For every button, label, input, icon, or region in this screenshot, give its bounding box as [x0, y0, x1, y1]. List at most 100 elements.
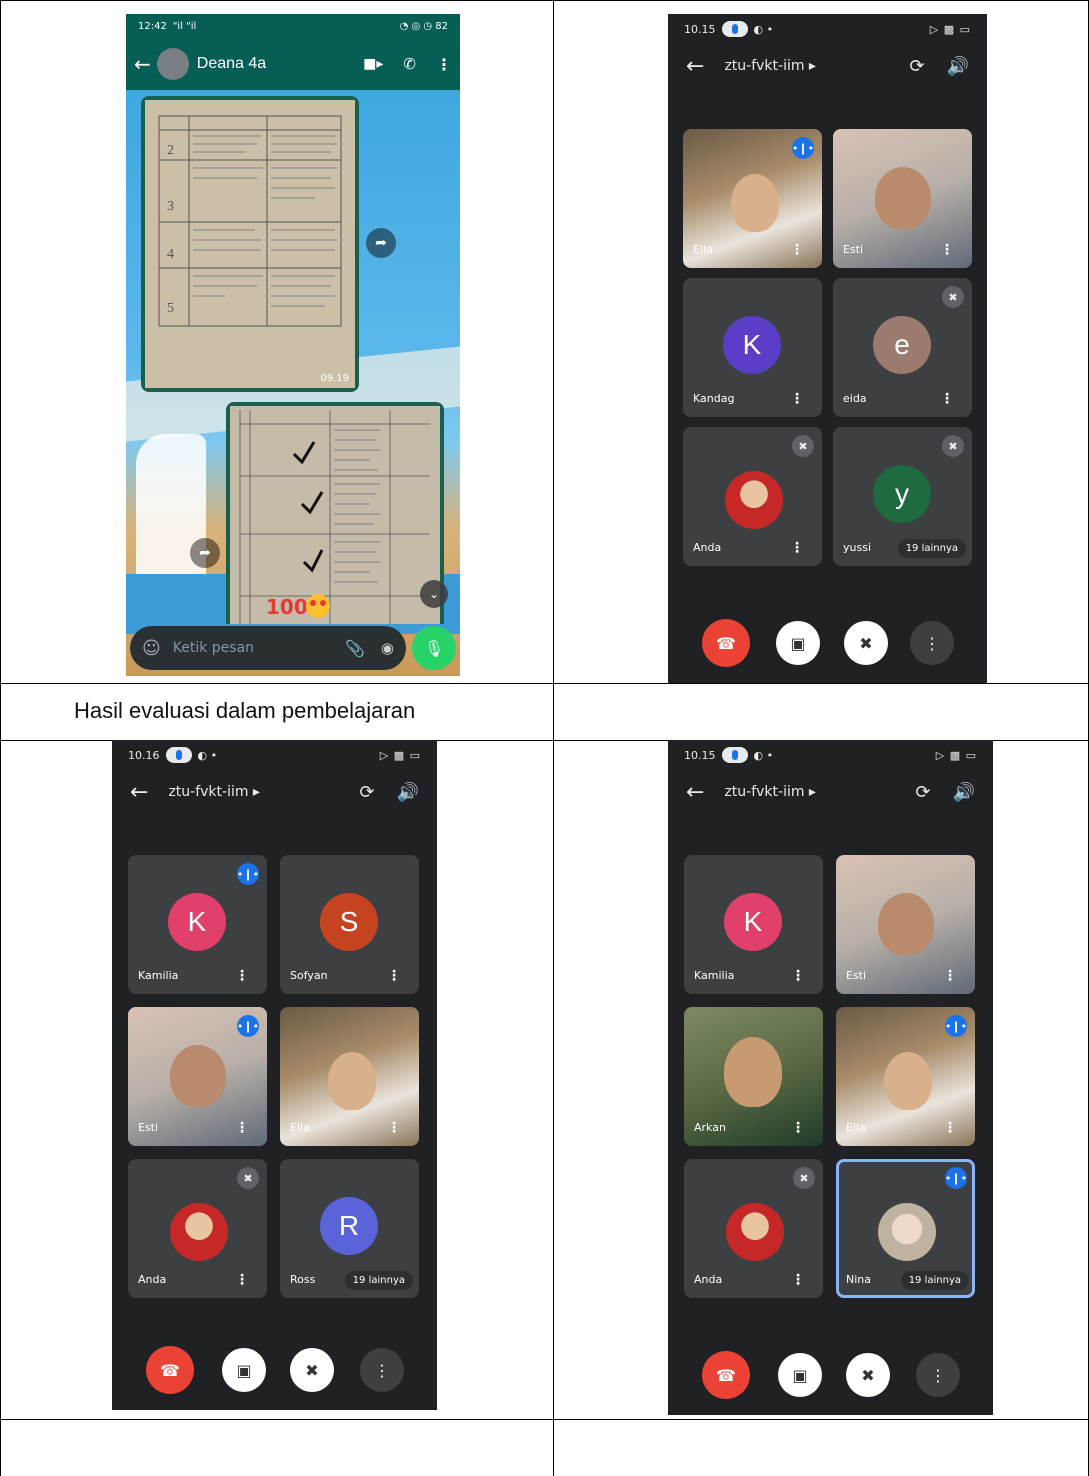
participant-tile[interactable]: •❙• Nina 19 lainnya: [836, 1159, 975, 1298]
participant-tile[interactable]: ✖ Anda ⋮: [683, 427, 822, 566]
status-bar: 10.15 ◐ • ▷ ▩ ▭: [668, 740, 993, 770]
meeting-code[interactable]: ztu-fvkt-iim ▸: [168, 784, 337, 800]
signal-battery-icons: ▷ ▩ ▭: [929, 22, 971, 36]
tile-menu-icon[interactable]: ⋮: [791, 1272, 805, 1288]
more-options-button[interactable]: ⋮: [360, 1348, 404, 1392]
meet-top-bar: ← ztu-fvkt-iim ▸ ⟳ 🔊: [112, 770, 437, 814]
camera-icon[interactable]: ◉: [381, 639, 394, 657]
meet-screenshot-bottom-right: 10.15 ◐ • ▷ ▩ ▭ ← ztu-fvkt-iim ▸ ⟳ 🔊 K Kamilia ⋮ E…: [668, 740, 993, 1415]
more-participants-button[interactable]: 19 lainnya: [900, 1271, 969, 1290]
mic-button[interactable]: 🎙: [412, 626, 456, 670]
participant-tile[interactable]: K Kandag ⋮: [683, 278, 822, 417]
meeting-code[interactable]: ztu-fvkt-iim ▸: [724, 784, 893, 800]
tile-menu-icon[interactable]: ⋮: [940, 391, 954, 407]
participant-tile[interactable]: S Sofyan ⋮: [280, 855, 419, 994]
end-call-button[interactable]: ☎: [146, 1346, 194, 1394]
back-arrow-icon[interactable]: ←: [130, 780, 148, 805]
message-input-bar[interactable]: ☺ Ketik pesan 📎 ◉: [130, 626, 406, 670]
participant-tile[interactable]: R Ross 19 lainnya: [280, 1159, 419, 1298]
contact-name[interactable]: Deana 4a: [197, 55, 266, 73]
tile-menu-icon[interactable]: ⋮: [940, 242, 954, 258]
participant-name: Ella: [846, 1121, 866, 1134]
tile-menu-icon[interactable]: ⋮: [387, 968, 401, 984]
chat-header: ← Deana 4a ■▸ ✆ ⋮: [126, 38, 460, 90]
avatar: K: [723, 316, 781, 374]
participant-tile[interactable]: Esti ⋮: [836, 855, 975, 994]
call-controls: ☎ ▣ ✖ ⋮: [668, 1351, 993, 1399]
participant-tile[interactable]: Arkan ⋮: [684, 1007, 823, 1146]
more-options-button[interactable]: ⋮: [916, 1353, 960, 1397]
meet-screenshot-top: 10.15 ◐ • ▷ ▩ ▭ ← ztu-fvkt-iim ▸ ⟳ 🔊 •❙• Ella ⋮ Es…: [668, 14, 987, 683]
tile-menu-icon[interactable]: ⋮: [791, 1120, 805, 1136]
participant-tile[interactable]: K •❙• Kamilia ⋮: [128, 855, 267, 994]
speaker-icon[interactable]: 🔊: [947, 56, 969, 77]
participant-name: Anda: [693, 541, 722, 554]
participant-name: Sofyan: [290, 969, 328, 982]
switch-camera-icon[interactable]: ⟳: [915, 782, 930, 803]
tile-menu-icon[interactable]: ⋮: [235, 1272, 249, 1288]
tile-menu-icon[interactable]: ⋮: [387, 1120, 401, 1136]
avatar: [878, 1203, 936, 1261]
voice-call-icon[interactable]: ✆: [403, 55, 416, 73]
attach-icon[interactable]: 📎: [345, 639, 365, 658]
mic-off-button[interactable]: ✖: [846, 1353, 890, 1397]
participant-tile[interactable]: •❙• Esti ⋮: [128, 1007, 267, 1146]
forward-icon-2[interactable]: ➦: [190, 538, 220, 568]
contact-avatar[interactable]: [156, 48, 189, 80]
worksheet-photo-1: 2 3 4 5: [145, 100, 355, 388]
tile-menu-icon[interactable]: ⋮: [943, 968, 957, 984]
mic-active-icon: [721, 21, 748, 37]
back-arrow-icon[interactable]: ←: [686, 54, 704, 79]
tile-menu-icon[interactable]: ⋮: [790, 540, 804, 556]
back-arrow-icon[interactable]: ←: [686, 780, 704, 805]
participant-tile[interactable]: ✖ Anda ⋮: [128, 1159, 267, 1298]
tile-menu-icon[interactable]: ⋮: [235, 968, 249, 984]
video-call-icon[interactable]: ■▸: [363, 56, 383, 72]
more-participants-button[interactable]: 19 lainnya: [897, 539, 966, 558]
participant-tile[interactable]: y ✖ yussi 19 lainnya: [833, 427, 972, 566]
message-input[interactable]: Ketik pesan: [173, 640, 345, 656]
end-call-button[interactable]: ☎: [702, 1351, 750, 1399]
participant-tile[interactable]: Esti ⋮: [833, 129, 972, 268]
speaker-icon[interactable]: 🔊: [953, 782, 975, 803]
menu-dots-icon[interactable]: ⋮: [436, 55, 452, 74]
participant-tile[interactable]: K Kamilia ⋮: [684, 855, 823, 994]
mic-off-button[interactable]: ✖: [290, 1348, 334, 1392]
participant-tile[interactable]: •❙• Ella ⋮: [836, 1007, 975, 1146]
tile-menu-icon[interactable]: ⋮: [943, 1120, 957, 1136]
status-time: 10.15: [684, 748, 716, 762]
participant-name: Nina: [846, 1273, 871, 1286]
speaker-icon[interactable]: 🔊: [397, 782, 419, 803]
forward-icon[interactable]: ➦: [366, 228, 396, 258]
meet-top-bar: ← ztu-fvkt-iim ▸ ⟳ 🔊: [668, 44, 987, 88]
status-time: 10.16: [128, 748, 160, 762]
camera-off-button[interactable]: ▣: [776, 621, 820, 665]
back-arrow-icon[interactable]: ←: [134, 52, 151, 76]
scroll-down-button[interactable]: ⌄: [420, 580, 448, 608]
switch-camera-icon[interactable]: ⟳: [909, 56, 924, 77]
photo-message-2[interactable]: 100: [226, 402, 444, 624]
tile-menu-icon[interactable]: ⋮: [790, 242, 804, 258]
meeting-code[interactable]: ztu-fvkt-iim ▸: [724, 58, 887, 74]
camera-off-button[interactable]: ▣: [778, 1353, 822, 1397]
svg-text:3: 3: [167, 199, 174, 214]
participant-tile[interactable]: ✖ Anda ⋮: [684, 1159, 823, 1298]
participant-tile[interactable]: •❙• Ella ⋮: [683, 129, 822, 268]
participant-name: Ella: [693, 243, 713, 256]
more-options-button[interactable]: ⋮: [910, 621, 954, 665]
table-border-top: [0, 0, 1089, 1]
emoji-icon[interactable]: ☺: [142, 638, 161, 659]
participant-tile[interactable]: e ✖ eida ⋮: [833, 278, 972, 417]
mic-active-icon: [721, 747, 748, 763]
participant-tile[interactable]: Ella ⋮: [280, 1007, 419, 1146]
switch-camera-icon[interactable]: ⟳: [359, 782, 374, 803]
photo-message-1[interactable]: 2 3 4 5 09.19: [141, 96, 359, 392]
camera-off-button[interactable]: ▣: [222, 1348, 266, 1392]
more-participants-button[interactable]: 19 lainnya: [344, 1271, 413, 1290]
tile-menu-icon[interactable]: ⋮: [791, 968, 805, 984]
signal-battery-icons: ▷ ▩ ▭: [379, 748, 421, 762]
end-call-button[interactable]: ☎: [702, 619, 750, 667]
mic-off-button[interactable]: ✖: [844, 621, 888, 665]
tile-menu-icon[interactable]: ⋮: [235, 1120, 249, 1136]
tile-menu-icon[interactable]: ⋮: [790, 391, 804, 407]
